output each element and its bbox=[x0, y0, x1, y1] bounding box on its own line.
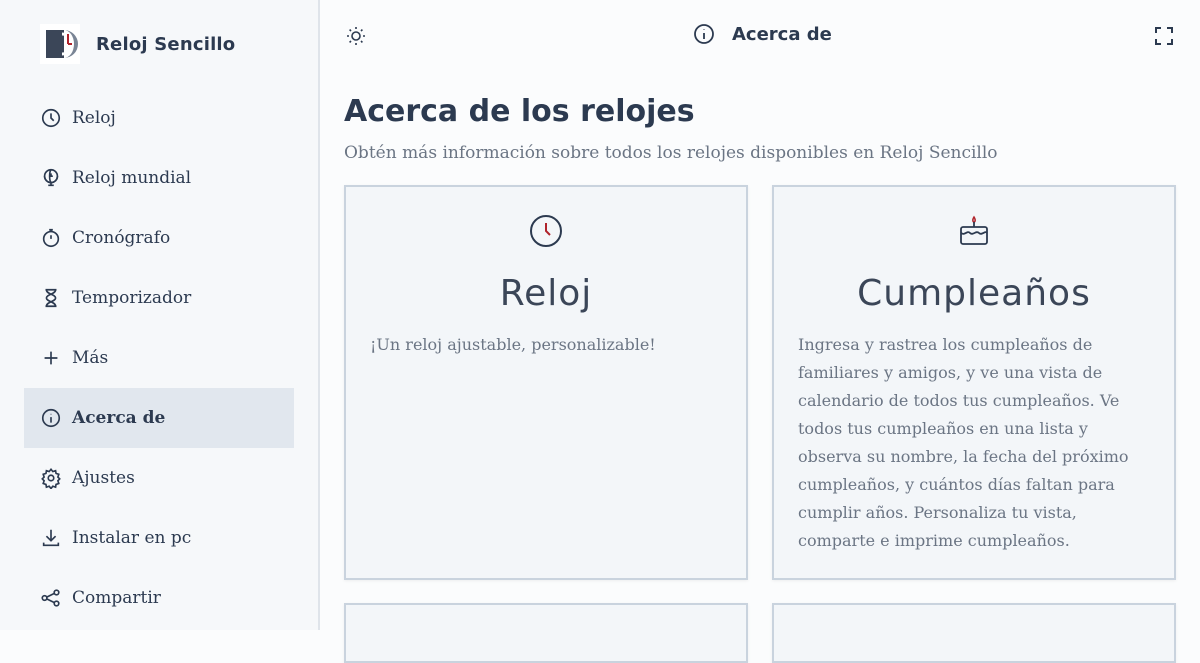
sidebar-nav: Reloj Reloj mundial Cronógrafo Temporiza… bbox=[24, 88, 294, 628]
theme-toggle-button[interactable] bbox=[344, 24, 368, 48]
sidebar-item-label: Ajustes bbox=[72, 468, 135, 488]
sidebar: Reloj Sencillo Reloj Reloj mundial Cronó… bbox=[0, 0, 320, 630]
info-icon bbox=[40, 407, 62, 429]
main-content: Acerca de Acerca de los relojes Obtén má… bbox=[320, 0, 1200, 663]
sidebar-item-reloj[interactable]: Reloj bbox=[24, 88, 294, 148]
stopwatch-icon bbox=[40, 227, 62, 249]
card-title: Cumpleaños bbox=[857, 273, 1091, 314]
fullscreen-button[interactable] bbox=[1152, 24, 1176, 48]
top-bar: Acerca de bbox=[320, 0, 1200, 72]
app-name: Reloj Sencillo bbox=[96, 33, 236, 55]
sidebar-item-compartir[interactable]: Compartir bbox=[24, 568, 294, 628]
sidebar-item-label: Reloj bbox=[72, 108, 116, 128]
sidebar-item-ajustes[interactable]: Ajustes bbox=[24, 448, 294, 508]
brand[interactable]: Reloj Sencillo bbox=[40, 24, 235, 64]
card-reloj[interactable]: Reloj ¡Un reloj ajustable, personalizabl… bbox=[344, 185, 748, 580]
sidebar-item-label: Temporizador bbox=[72, 288, 192, 308]
gear-icon bbox=[40, 467, 62, 489]
sidebar-item-cronografo[interactable]: Cronógrafo bbox=[24, 208, 294, 268]
sun-icon bbox=[347, 27, 365, 45]
fullscreen-icon bbox=[1155, 27, 1173, 45]
card-title: Reloj bbox=[499, 273, 593, 314]
share-icon bbox=[40, 587, 62, 609]
globe-clock-icon bbox=[40, 167, 62, 189]
app-logo bbox=[40, 24, 80, 64]
clock-icon bbox=[530, 215, 562, 247]
sidebar-item-label: Instalar en pc bbox=[72, 528, 192, 548]
card-cumpleanos[interactable]: Cumpleaños Ingresa y rastrea los cumplea… bbox=[772, 185, 1176, 580]
info-icon bbox=[694, 24, 714, 44]
sidebar-item-mas[interactable]: Más bbox=[24, 328, 294, 388]
sidebar-item-acerca-de[interactable]: Acerca de bbox=[24, 388, 294, 448]
card-partial[interactable] bbox=[772, 603, 1176, 663]
page-subtitle: Obtén más información sobre todos los re… bbox=[344, 143, 998, 163]
sidebar-item-temporizador[interactable]: Temporizador bbox=[24, 268, 294, 328]
sidebar-item-label: Cronógrafo bbox=[72, 228, 171, 248]
clock-icon bbox=[40, 107, 62, 129]
sidebar-item-reloj-mundial[interactable]: Reloj mundial bbox=[24, 148, 294, 208]
plus-icon bbox=[40, 347, 62, 369]
page-title: Acerca de los relojes bbox=[344, 94, 695, 129]
sidebar-item-label: Más bbox=[72, 348, 109, 368]
card-description: ¡Un reloj ajustable, personalizable! bbox=[370, 335, 656, 354]
sidebar-item-label: Acerca de bbox=[72, 408, 166, 428]
top-bar-title-label: Acerca de bbox=[732, 23, 832, 45]
card-description: Ingresa y rastrea los cumpleaños de fami… bbox=[798, 335, 1129, 550]
card-partial[interactable] bbox=[344, 603, 748, 663]
hourglass-icon bbox=[40, 287, 62, 309]
sidebar-item-instalar[interactable]: Instalar en pc bbox=[24, 508, 294, 568]
cake-icon bbox=[960, 215, 988, 245]
sidebar-item-label: Compartir bbox=[72, 588, 161, 608]
top-bar-title: Acerca de bbox=[692, 22, 832, 46]
download-icon bbox=[40, 527, 62, 549]
sidebar-item-label: Reloj mundial bbox=[72, 168, 192, 188]
